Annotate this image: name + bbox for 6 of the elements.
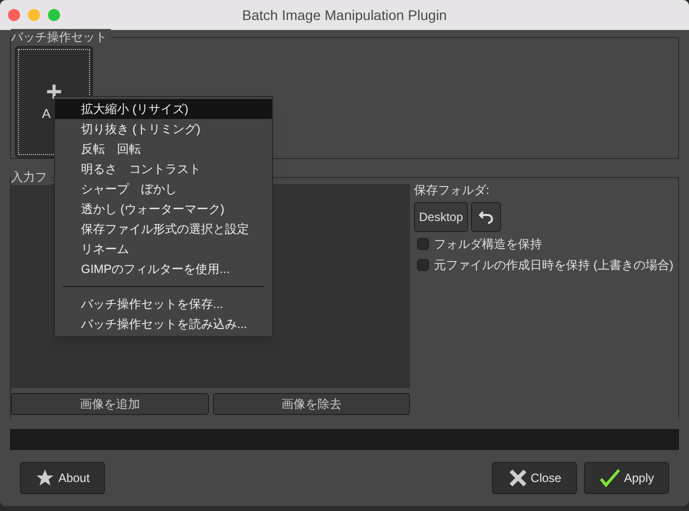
group-label: 入力フ [11, 169, 51, 185]
window-title: Batch Image Manipulation Plugin [242, 6, 447, 25]
group-label: バッチ操作セット [11, 29, 111, 45]
folder-label: 保存フォルダ: [414, 182, 490, 199]
checkbox-label: フォルダ構造を保持 [434, 236, 542, 253]
checkbox-label: 元ファイルの作成日時を保持 (上書きの場合) [434, 257, 674, 274]
